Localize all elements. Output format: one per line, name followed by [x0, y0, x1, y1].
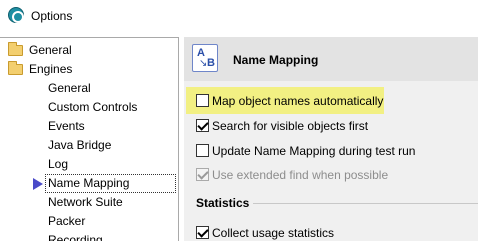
- window-titlebar: Options: [0, 0, 478, 32]
- option-label: Collect usage statistics: [212, 226, 335, 240]
- tree-item-engines-general[interactable]: General: [48, 79, 91, 98]
- tree-item-packer[interactable]: Packer: [48, 212, 85, 231]
- tree-item-network-suite[interactable]: Network Suite: [48, 193, 123, 212]
- checkbox-update-name-mapping[interactable]: [196, 144, 209, 157]
- options-app-icon: [8, 7, 24, 23]
- tree-item-label: Java Bridge: [48, 138, 112, 152]
- panel-header: [184, 37, 478, 81]
- tree-item-custom-controls[interactable]: Custom Controls: [48, 98, 137, 117]
- name-mapping-icon-letter-b: B: [207, 57, 215, 69]
- checkbox-collect-usage-statistics[interactable]: [196, 226, 209, 239]
- tree-item-label: Name Mapping: [48, 176, 130, 190]
- name-mapping-icon: A ↘ B: [192, 44, 218, 72]
- tree-item-label: Events: [48, 119, 85, 133]
- tree-item-label: General: [29, 43, 72, 57]
- options-tree[interactable]: General Engines General Custom Controls …: [0, 37, 179, 241]
- section-divider: [253, 203, 478, 204]
- tree-item-label: Packer: [48, 214, 86, 228]
- section-title-statistics: Statistics: [196, 196, 250, 210]
- tree-item-label: Custom Controls: [48, 100, 138, 114]
- folder-open-icon: [8, 61, 23, 75]
- checkbox-map-object-names[interactable]: [196, 94, 209, 107]
- folder-icon: [8, 42, 23, 56]
- tree-item-name-mapping[interactable]: Name Mapping: [48, 174, 129, 193]
- option-label: Search for visible objects first: [212, 119, 369, 133]
- option-label: Use extended find when possible: [212, 168, 389, 182]
- selection-arrow-icon: [33, 178, 43, 190]
- checkbox-search-visible-first[interactable]: [196, 119, 209, 132]
- panel-title: Name Mapping: [233, 53, 319, 67]
- tree-item-java-bridge[interactable]: Java Bridge: [48, 136, 111, 155]
- tree-item-label: Engines: [29, 62, 73, 76]
- tree-item-label: Log: [48, 157, 69, 171]
- option-label: Map object names automatically: [212, 94, 384, 108]
- tree-item-recording[interactable]: Recording: [48, 231, 103, 241]
- option-label: Update Name Mapping during test run: [212, 144, 416, 158]
- window-title: Options: [31, 9, 73, 23]
- checkbox-use-extended-find: [196, 168, 209, 181]
- tree-item-events[interactable]: Events: [48, 117, 85, 136]
- tree-item-label: Recording: [48, 233, 103, 241]
- tree-item-label: Network Suite: [48, 195, 123, 209]
- tree-item-log[interactable]: Log: [48, 155, 68, 174]
- tree-item-label: General: [48, 81, 91, 95]
